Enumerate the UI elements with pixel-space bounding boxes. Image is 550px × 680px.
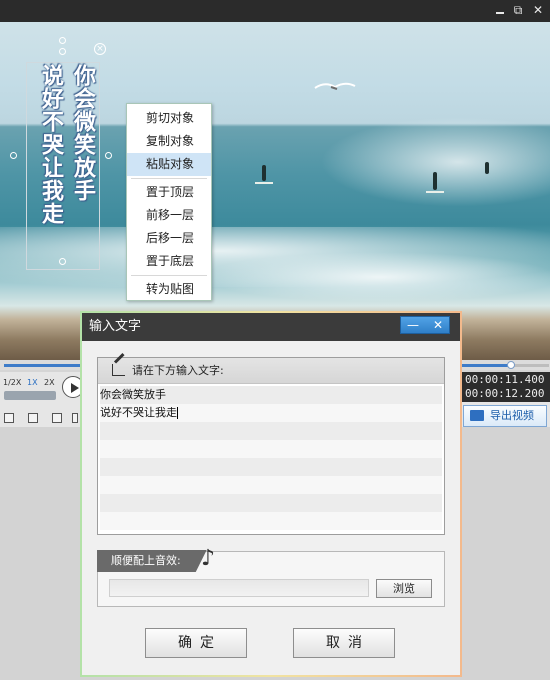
speed-half[interactable]: 1/2X (3, 378, 21, 387)
ok-button[interactable]: 确定 (145, 628, 247, 658)
menu-item-bring-forward[interactable]: 前移一层 (127, 204, 211, 227)
text-object-close-icon[interactable]: × (94, 43, 106, 55)
music-note-icon: ♪ (201, 546, 216, 571)
surfer-figure (262, 165, 266, 181)
sound-effect-group: 顺便配上音效: ♪ 浏览 (97, 546, 445, 607)
export-video-label: 导出视频 (490, 409, 534, 422)
text-line[interactable] (100, 422, 442, 440)
video-preview[interactable]: × 你会微笑放手 说好不哭让我走 (0, 22, 550, 360)
resize-handle[interactable] (105, 152, 112, 159)
total-time: 00:00:12.200 (465, 387, 545, 400)
menu-item-convert-to-sticker[interactable]: 转为贴图 (127, 278, 211, 301)
dialog-minimize-icon[interactable]: — (401, 317, 425, 333)
surfer-figure (485, 162, 489, 174)
dialog-close-icon[interactable]: ✕ (426, 317, 450, 333)
text-line[interactable] (100, 494, 442, 512)
text-input-area[interactable]: 你会微笑放手 说好不哭让我走 (100, 386, 442, 532)
menu-item-send-to-back[interactable]: 置于底层 (127, 250, 211, 273)
text-line[interactable] (100, 512, 442, 530)
menu-item-copy[interactable]: 复制对象 (127, 130, 211, 153)
dialog-body: 输入文字 — ✕ 请在下方输入文字: 你会微笑放手 说好不哭让我走 顺便配上音效… (82, 313, 460, 675)
text-line-content: 说好不哭让我走 (100, 406, 177, 419)
text-line[interactable] (100, 458, 442, 476)
paddle-board (255, 182, 273, 184)
export-icon (470, 410, 484, 421)
speed-double[interactable]: 2X (44, 378, 55, 387)
text-caret (177, 407, 178, 419)
save-as-icon[interactable] (72, 413, 78, 423)
wave-foam (200, 252, 550, 302)
current-time: 00:00:11.400 (465, 373, 545, 386)
app-title-bar: ⧉ ✕ (0, 0, 550, 22)
overlay-text-column-2: 说好不哭让我走 (38, 64, 63, 225)
surfer-figure (433, 172, 437, 190)
minimize-icon[interactable] (492, 2, 508, 18)
menu-item-send-backward[interactable]: 后移一层 (127, 227, 211, 250)
resize-handle[interactable] (59, 258, 66, 265)
seagull-icon (314, 82, 356, 90)
rotate-handle[interactable] (59, 48, 66, 55)
close-icon[interactable]: ✕ (530, 2, 546, 18)
resize-handle[interactable] (59, 37, 66, 44)
text-line[interactable] (100, 476, 442, 494)
cancel-button[interactable]: 取消 (293, 628, 395, 658)
dialog-window-controls: — ✕ (400, 316, 450, 334)
edit-icon (112, 364, 125, 376)
text-line[interactable]: 说好不哭让我走 (100, 404, 442, 422)
new-project-icon[interactable] (4, 413, 14, 423)
menu-item-cut[interactable]: 剪切对象 (127, 107, 211, 130)
sun-glare (320, 117, 550, 207)
time-display: 00:00:11.400 00:00:12.200 (461, 372, 550, 402)
input-text-dialog: 输入文字 — ✕ 请在下方输入文字: 你会微笑放手 说好不哭让我走 顺便配上音效… (80, 311, 462, 677)
export-video-button[interactable]: 导出视频 (463, 405, 547, 427)
progress-knob[interactable] (506, 361, 515, 369)
text-input-header-label: 请在下方输入文字: (132, 364, 224, 377)
restore-icon[interactable]: ⧉ (510, 2, 526, 18)
speed-slider[interactable] (4, 391, 56, 400)
text-line[interactable] (100, 440, 442, 458)
sound-effect-path-field[interactable] (109, 579, 369, 597)
menu-separator (131, 178, 207, 179)
overlay-text-column-1: 你会微笑放手 (70, 64, 95, 202)
context-menu: 剪切对象 复制对象 粘贴对象 置于顶层 前移一层 后移一层 置于底层 转为贴图 (126, 103, 212, 301)
text-line[interactable]: 你会微笑放手 (100, 386, 442, 404)
save-icon[interactable] (52, 413, 62, 423)
dialog-title: 输入文字 (89, 319, 142, 334)
resize-handle[interactable] (10, 152, 17, 159)
paddle-board (426, 191, 444, 193)
menu-separator (131, 275, 207, 276)
open-folder-icon[interactable] (28, 413, 38, 423)
browse-button[interactable]: 浏览 (376, 579, 432, 598)
menu-item-paste[interactable]: 粘贴对象 (127, 153, 211, 176)
speed-normal[interactable]: 1X (27, 378, 38, 387)
menu-item-bring-to-front[interactable]: 置于顶层 (127, 181, 211, 204)
sound-effect-label: 顺便配上音效: (97, 550, 207, 572)
text-input-header: 请在下方输入文字: (98, 358, 444, 384)
text-input-panel: 请在下方输入文字: 你会微笑放手 说好不哭让我走 (97, 357, 445, 535)
